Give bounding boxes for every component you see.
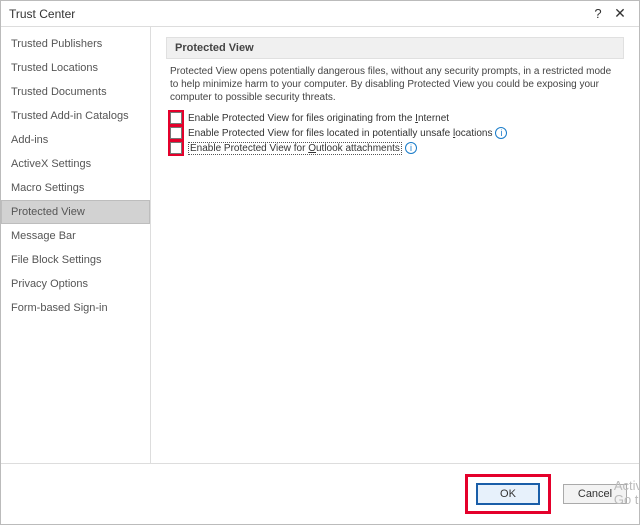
checkbox-internet[interactable] xyxy=(170,112,182,124)
trust-center-dialog: Trust Center ? ✕ Trusted Publishers Trus… xyxy=(0,0,640,525)
info-icon[interactable]: i xyxy=(495,127,507,139)
protected-view-description: Protected View opens potentially dangero… xyxy=(170,65,620,104)
checkbox-outlook-attachments[interactable] xyxy=(170,142,182,154)
checkbox-unsafe-locations[interactable] xyxy=(170,127,182,139)
option-label-unsafe-locations[interactable]: Enable Protected View for files located … xyxy=(188,128,492,139)
sidebar-item-privacy-options[interactable]: Privacy Options xyxy=(1,272,150,296)
option-row-internet: Enable Protected View for files originat… xyxy=(170,112,620,124)
dialog-body: Trusted Publishers Trusted Locations Tru… xyxy=(1,27,639,463)
close-icon[interactable]: ✕ xyxy=(609,5,631,22)
ok-highlight: OK xyxy=(465,474,551,514)
sidebar-item-form-based-signin[interactable]: Form-based Sign-in xyxy=(1,296,150,320)
cancel-button[interactable]: Cancel xyxy=(563,484,627,504)
option-row-outlook-attachments: Enable Protected View for Outlook attach… xyxy=(170,142,620,154)
titlebar: Trust Center ? ✕ xyxy=(1,1,639,27)
sidebar-item-trusted-publishers[interactable]: Trusted Publishers xyxy=(1,32,150,56)
group-header-protected-view: Protected View xyxy=(166,37,624,59)
help-icon[interactable]: ? xyxy=(587,6,609,21)
sidebar-item-trusted-locations[interactable]: Trusted Locations xyxy=(1,56,150,80)
sidebar-item-message-bar[interactable]: Message Bar xyxy=(1,224,150,248)
option-row-unsafe-locations: Enable Protected View for files located … xyxy=(170,127,620,139)
option-label-outlook-attachments[interactable]: Enable Protected View for Outlook attach… xyxy=(188,143,402,154)
ok-button[interactable]: OK xyxy=(476,483,540,505)
sidebar-item-trusted-addin-catalogs[interactable]: Trusted Add-in Catalogs xyxy=(1,104,150,128)
sidebar-item-protected-view[interactable]: Protected View xyxy=(1,200,150,224)
sidebar-item-macro-settings[interactable]: Macro Settings xyxy=(1,176,150,200)
info-icon[interactable]: i xyxy=(405,142,417,154)
option-label-internet[interactable]: Enable Protected View for files originat… xyxy=(188,113,449,124)
sidebar-item-file-block-settings[interactable]: File Block Settings xyxy=(1,248,150,272)
sidebar-item-activex-settings[interactable]: ActiveX Settings xyxy=(1,152,150,176)
dialog-footer: OK Cancel xyxy=(1,463,639,524)
dialog-title: Trust Center xyxy=(9,7,587,21)
sidebar-item-trusted-documents[interactable]: Trusted Documents xyxy=(1,80,150,104)
sidebar: Trusted Publishers Trusted Locations Tru… xyxy=(1,27,151,463)
sidebar-item-addins[interactable]: Add-ins xyxy=(1,128,150,152)
main-panel: Protected View Protected View opens pote… xyxy=(151,27,639,463)
